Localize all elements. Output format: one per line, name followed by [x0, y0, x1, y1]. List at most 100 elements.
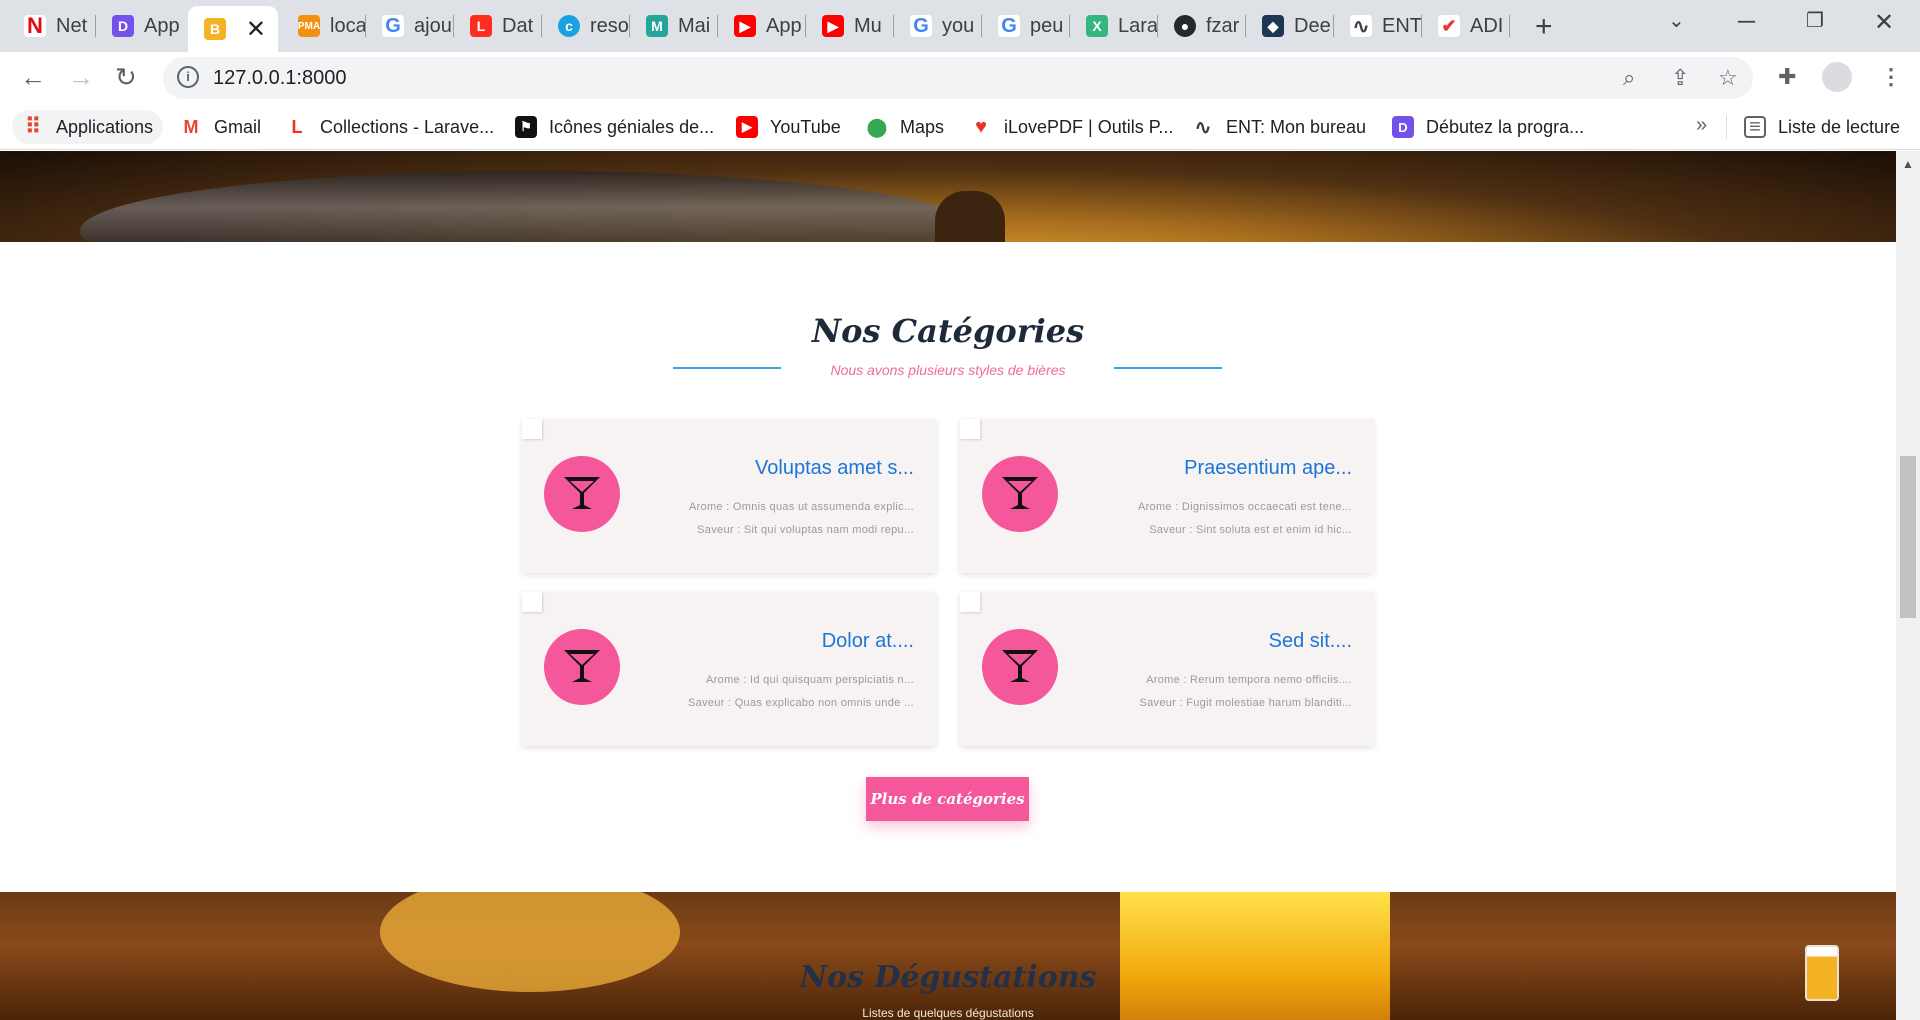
- tab-google-ajou[interactable]: G ajou: [366, 6, 454, 46]
- bookmarks-bar: ⠿ Applications M Gmail L Collections - L…: [0, 104, 1920, 150]
- phpmyadmin-icon: PMA: [298, 15, 320, 37]
- bookmark-icones[interactable]: ⚑ Icônes géniales de...: [515, 110, 714, 144]
- reading-list-icon: ≡: [1744, 116, 1766, 138]
- page-scrollbar[interactable]: ▲: [1896, 151, 1920, 1020]
- bookmark-ilovepdf[interactable]: ♥ iLovePDF | Outils P...: [970, 110, 1173, 144]
- reading-list-label: Liste de lecture: [1778, 116, 1901, 137]
- mail-app-icon: M: [646, 15, 668, 37]
- tab-ent[interactable]: ∿ ENT: [1334, 6, 1422, 46]
- tab-search-chevron-icon[interactable]: ⌄: [1668, 8, 1685, 33]
- tab-reso[interactable]: c reso: [542, 6, 630, 46]
- youtube-icon: ▶: [734, 15, 756, 37]
- profile-avatar-icon[interactable]: [1822, 62, 1852, 92]
- bookmark-label: Icônes géniales de...: [549, 116, 715, 137]
- tab-title: Mu: [854, 14, 882, 37]
- tab-phpmyadmin[interactable]: PMA loca: [282, 6, 366, 46]
- bookmark-gmail[interactable]: M Gmail: [180, 110, 261, 144]
- fontawesome-icon: ⚑: [515, 116, 537, 138]
- tab-mail[interactable]: M Mai: [630, 6, 718, 46]
- bookmark-label: Applications: [56, 116, 154, 137]
- tab-youtube-app[interactable]: ▶ App: [718, 6, 806, 46]
- more-categories-button[interactable]: Plus de catégories: [866, 777, 1029, 821]
- tab-google-peu[interactable]: G peu: [982, 6, 1070, 46]
- tab-app[interactable]: D App: [96, 6, 184, 46]
- tab-title: Mai: [678, 14, 711, 37]
- laravel-icon: L: [286, 116, 308, 138]
- tab-title: App: [144, 14, 180, 37]
- openclassrooms-icon: D: [112, 15, 134, 37]
- tab-adi[interactable]: ✔ ADI: [1422, 6, 1510, 46]
- bookmark-applications[interactable]: ⠿ Applications: [12, 110, 164, 144]
- address-bar[interactable]: i 127.0.0.1:8000 ⌕ ⇪ ☆: [163, 57, 1753, 99]
- address-url[interactable]: 127.0.0.1:8000: [213, 67, 346, 90]
- category-card[interactable]: Sed sit.... Arome : Rerum tempora nemo o…: [960, 592, 1374, 746]
- category-saveur: Saveur : Quas explicabo non omnis unde .…: [687, 697, 914, 709]
- reload-icon[interactable]: ↻: [115, 62, 137, 93]
- category-card[interactable]: Voluptas amet s... Arome : Omnis quas ut…: [522, 419, 936, 573]
- category-title[interactable]: Sed sit....: [1269, 630, 1352, 653]
- hero-banner-image: [0, 151, 1896, 291]
- category-saveur: Saveur : Sit qui voluptas nam modi repu.…: [697, 524, 914, 536]
- tab-title: Dat: [502, 14, 534, 37]
- zoom-icon[interactable]: ⌕: [1623, 65, 1635, 91]
- tab-active-beer[interactable]: B ✕: [188, 6, 278, 52]
- scroll-up-arrow-icon[interactable]: ▲: [1902, 157, 1914, 171]
- share-icon[interactable]: ⇪: [1671, 65, 1689, 91]
- youtube-icon: ▶: [822, 15, 844, 37]
- tab-deepnote[interactable]: ◆ Dee: [1246, 6, 1334, 46]
- menu-kebab-icon[interactable]: ⋮: [1880, 64, 1902, 90]
- scrollbar-thumb[interactable]: [1900, 456, 1916, 618]
- extensions-puzzle-icon[interactable]: ✚: [1778, 64, 1796, 90]
- category-title[interactable]: Praesentium ape...: [1184, 457, 1352, 480]
- beer-mug-icon[interactable]: [1805, 945, 1839, 1001]
- new-tab-icon[interactable]: +: [1535, 10, 1553, 44]
- bookmark-youtube[interactable]: ▶ YouTube: [736, 110, 841, 144]
- bookmark-ent[interactable]: ∿ ENT: Mon bureau: [1192, 110, 1366, 144]
- category-card[interactable]: Praesentium ape... Arome : Dignissimos o…: [960, 419, 1374, 573]
- github-icon: ●: [1174, 15, 1196, 37]
- category-arome: Arome : Dignissimos occaecati est tene..…: [1137, 501, 1352, 513]
- maps-pin-icon: ⬤: [866, 116, 888, 138]
- tab-laravel-dat[interactable]: L Dat: [454, 6, 542, 46]
- bookmark-star-icon[interactable]: ☆: [1718, 65, 1738, 91]
- adi-icon: ✔: [1438, 15, 1460, 37]
- tab-youtube-mu[interactable]: ▶ Mu: [806, 6, 894, 46]
- bookmark-maps[interactable]: ⬤ Maps: [866, 110, 944, 144]
- ilovepdf-icon: ♥: [970, 116, 992, 138]
- page-viewport: Nos Catégories Nous avons plusieurs styl…: [0, 151, 1896, 1020]
- category-title[interactable]: Voluptas amet s...: [755, 457, 914, 480]
- deepnote-icon: ◆: [1262, 15, 1284, 37]
- category-card[interactable]: Dolor at.... Arome : Id qui quisquam per…: [522, 592, 936, 746]
- tastings-section: Nos Dégustations Listes de quelques dégu…: [0, 892, 1896, 1020]
- bookmark-collections-laravel[interactable]: L Collections - Larave...: [286, 110, 494, 144]
- site-info-icon[interactable]: i: [177, 66, 199, 88]
- youtube-icon: ▶: [736, 116, 758, 138]
- tab-google-you[interactable]: G you: [894, 6, 982, 46]
- forward-arrow-icon[interactable]: →: [68, 62, 94, 93]
- reading-list-button[interactable]: ≡ Liste de lecture: [1744, 110, 1900, 144]
- cocktail-glass-icon: [544, 629, 620, 705]
- ent-icon: ∿: [1350, 15, 1372, 38]
- restore-icon[interactable]: ❐: [1806, 8, 1824, 33]
- tab-title: ENT: [1382, 14, 1422, 37]
- categories-section: Nos Catégories Nous avons plusieurs styl…: [0, 242, 1896, 892]
- tab-strip: N Net D App B ✕ PMA loca G ajou L Dat c …: [0, 0, 1920, 52]
- bookmarks-overflow-icon[interactable]: »: [1696, 114, 1707, 137]
- back-arrow-icon[interactable]: ←: [20, 62, 46, 93]
- category-saveur: Saveur : Sint soluta est et enim id hic.…: [1149, 524, 1352, 536]
- bookmark-debutez[interactable]: D Débutez la progra...: [1392, 110, 1584, 144]
- close-window-icon[interactable]: ✕: [1874, 8, 1894, 37]
- minimize-icon[interactable]: ─: [1738, 8, 1755, 36]
- gmail-icon: M: [180, 116, 202, 138]
- ent-icon: ∿: [1192, 116, 1214, 139]
- tab-title: fzar: [1206, 14, 1240, 37]
- cocktail-glass-icon: [544, 456, 620, 532]
- bookmark-label: iLovePDF | Outils P...: [1004, 116, 1174, 137]
- category-title[interactable]: Dolor at....: [822, 630, 914, 653]
- tab-github[interactable]: ● fzar: [1158, 6, 1246, 46]
- google-icon: G: [382, 15, 404, 37]
- close-tab-icon[interactable]: ✕: [246, 15, 266, 44]
- tab-laracasts[interactable]: X Lara: [1070, 6, 1158, 46]
- bookmark-label: Gmail: [214, 116, 262, 137]
- tab-netflix[interactable]: N Net: [8, 6, 96, 46]
